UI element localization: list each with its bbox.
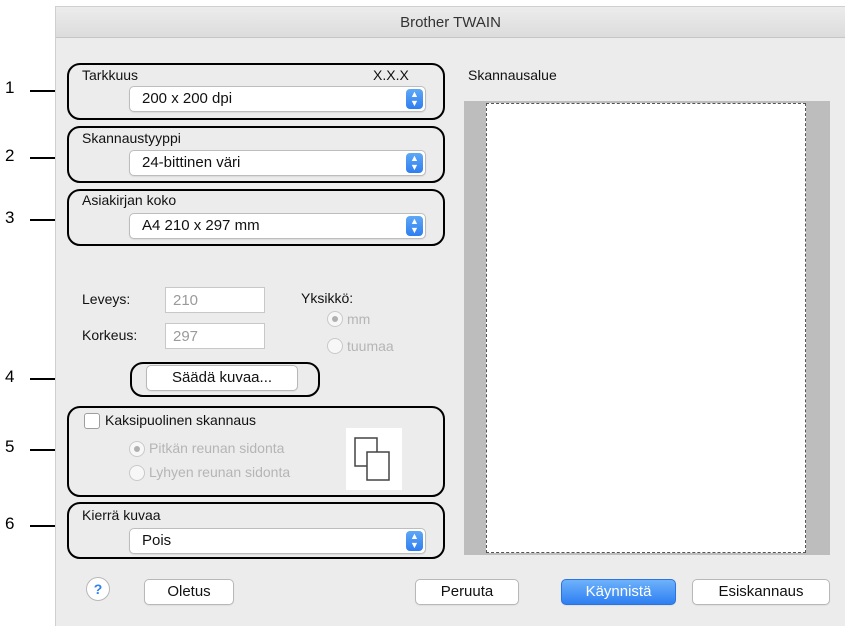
start-button[interactable]: Käynnistä — [561, 579, 676, 605]
width-value: 210 — [173, 292, 199, 309]
unit-inch-label: tuumaa — [347, 338, 394, 354]
scan-area-selection[interactable] — [486, 103, 806, 553]
popup-arrows-icon: ▲ ▼ — [406, 153, 423, 173]
scan-area-label: Skannausalue — [468, 67, 557, 83]
rotate-popup[interactable]: Pois ▲ ▼ — [129, 528, 426, 554]
height-value: 297 — [173, 328, 199, 345]
resolution-label: Tarkkuus — [82, 67, 139, 83]
scan-type-value: 24-bittinen väri — [142, 154, 241, 171]
scan-type-popup[interactable]: 24-bittinen väri ▲ ▼ — [129, 150, 426, 176]
callout-4: 4 — [5, 367, 15, 386]
rotate-label: Kierrä kuvaa — [82, 507, 161, 523]
title-bar: Brother TWAIN — [56, 7, 845, 38]
popup-arrows-icon: ▲ ▼ — [406, 89, 423, 109]
duplex-pages-icon — [354, 437, 390, 481]
document-size-popup[interactable]: A4 210 x 297 mm ▲ ▼ — [129, 213, 426, 239]
prescan-button[interactable]: Esiskannaus — [692, 579, 830, 605]
unit-inch-radio[interactable] — [327, 338, 343, 354]
duplex-preview — [346, 428, 402, 490]
version-label: X.X.X — [373, 67, 409, 83]
callout-5: 5 — [5, 437, 15, 456]
long-edge-label: Pitkän reunan sidonta — [149, 440, 285, 456]
width-field[interactable]: 210 — [165, 287, 265, 313]
adjust-image-button[interactable]: Säädä kuvaa... — [146, 365, 298, 391]
height-label: Korkeus: — [82, 327, 138, 343]
unit-label: Yksikkö: — [301, 290, 354, 306]
short-edge-radio[interactable] — [129, 465, 145, 481]
resolution-value: 200 x 200 dpi — [142, 90, 233, 107]
default-button[interactable]: Oletus — [144, 579, 234, 605]
rotate-value: Pois — [142, 532, 172, 549]
popup-arrows-icon: ▲ ▼ — [406, 216, 423, 236]
window-title: Brother TWAIN — [400, 13, 501, 31]
callout-1: 1 — [5, 78, 15, 97]
callout-3: 3 — [5, 208, 15, 227]
unit-mm-radio[interactable] — [327, 311, 343, 327]
callout-2: 2 — [5, 146, 15, 165]
width-label: Leveys: — [82, 291, 131, 307]
document-size-label: Asiakirjan koko — [82, 192, 177, 208]
document-size-value: A4 210 x 297 mm — [142, 217, 260, 234]
duplex-checkbox[interactable] — [84, 413, 100, 429]
callout-6: 6 — [5, 514, 15, 533]
unit-mm-label: mm — [347, 311, 371, 327]
height-field[interactable]: 297 — [165, 323, 265, 349]
cancel-button[interactable]: Peruuta — [415, 579, 519, 605]
resolution-popup[interactable]: 200 x 200 dpi ▲ ▼ — [129, 86, 426, 112]
long-edge-radio[interactable] — [129, 441, 145, 457]
duplex-label: Kaksipuolinen skannaus — [105, 412, 256, 428]
popup-arrows-icon: ▲ ▼ — [406, 531, 423, 551]
scan-type-label: Skannaustyyppi — [82, 130, 181, 146]
short-edge-label: Lyhyen reunan sidonta — [149, 464, 291, 480]
help-button[interactable]: ? — [86, 577, 110, 601]
